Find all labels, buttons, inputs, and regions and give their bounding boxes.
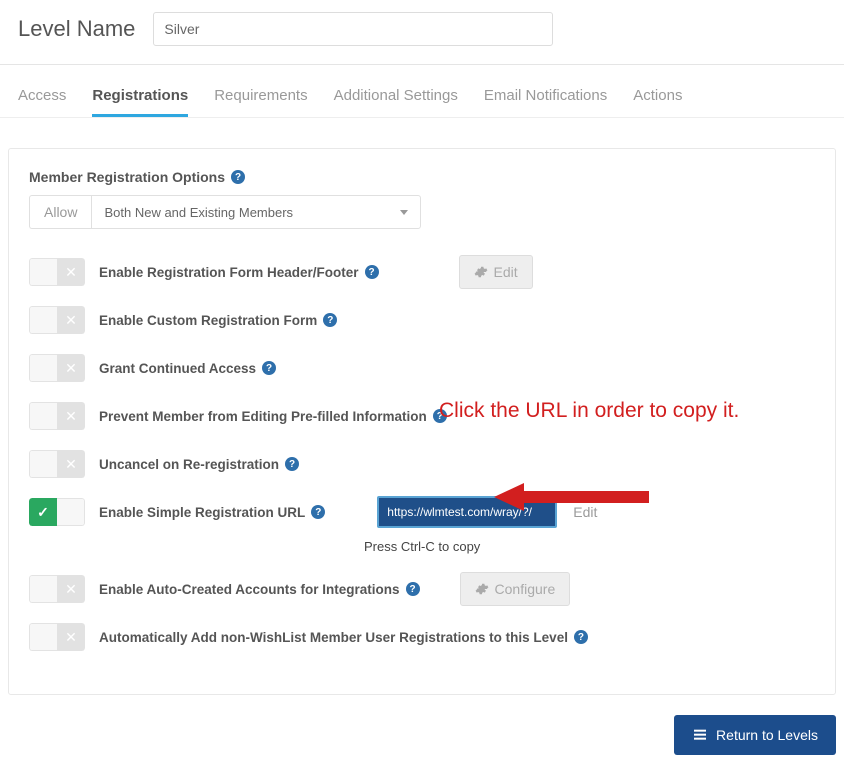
toggle-auto-add[interactable]: ✕ [29, 623, 85, 651]
tab-access[interactable]: Access [18, 87, 66, 117]
copy-hint: Press Ctrl-C to copy [364, 539, 815, 554]
allow-select-value: Both New and Existing Members [104, 205, 293, 220]
check-icon: ✓ [37, 504, 49, 521]
toggle-prevent-editing[interactable]: ✕ [29, 402, 85, 430]
gear-icon [474, 265, 488, 279]
allow-label: Allow [29, 195, 91, 229]
return-button[interactable]: Return to Levels [674, 715, 836, 755]
allow-select[interactable]: Both New and Existing Members [91, 195, 421, 229]
option-label: Enable Simple Registration URL [99, 505, 305, 520]
tabs: Access Registrations Requirements Additi… [0, 65, 844, 118]
toggle-header-footer[interactable]: ✕ [29, 258, 85, 286]
toggle-auto-accounts[interactable]: ✕ [29, 575, 85, 603]
gear-icon [475, 582, 489, 596]
page-title: Level Name [18, 16, 135, 42]
option-label: Prevent Member from Editing Pre-filled I… [99, 409, 427, 424]
chevron-down-icon [400, 210, 408, 215]
tab-email-notifications[interactable]: Email Notifications [484, 87, 607, 117]
toggle-continued-access[interactable]: ✕ [29, 354, 85, 382]
option-label: Enable Auto-Created Accounts for Integra… [99, 582, 400, 597]
option-label: Automatically Add non-WishList Member Us… [99, 630, 568, 645]
annotation-text: Click the URL in order to copy it. [439, 399, 739, 423]
option-label: Enable Custom Registration Form [99, 313, 317, 328]
edit-button: Edit [459, 255, 533, 289]
option-label: Enable Registration Form Header/Footer [99, 265, 359, 280]
section-title: Member Registration Options [29, 169, 225, 185]
x-icon: ✕ [65, 264, 77, 281]
help-icon[interactable]: ? [365, 265, 379, 279]
x-icon: ✕ [65, 312, 77, 329]
help-icon[interactable]: ? [323, 313, 337, 327]
configure-button: Configure [460, 572, 571, 606]
tab-actions[interactable]: Actions [633, 87, 682, 117]
x-icon: ✕ [65, 360, 77, 377]
help-icon[interactable]: ? [311, 505, 325, 519]
edit-button-label: Edit [494, 264, 518, 280]
tab-registrations[interactable]: Registrations [92, 87, 188, 117]
configure-button-label: Configure [495, 581, 556, 597]
return-button-label: Return to Levels [716, 727, 818, 743]
help-icon[interactable]: ? [406, 582, 420, 596]
help-icon[interactable]: ? [285, 457, 299, 471]
toggle-simple-url[interactable]: ✓ [29, 498, 85, 526]
option-label: Grant Continued Access [99, 361, 256, 376]
help-icon[interactable]: ? [231, 170, 245, 184]
option-label: Uncancel on Re-registration [99, 457, 279, 472]
level-name-input[interactable] [153, 12, 553, 46]
toggle-uncancel[interactable]: ✕ [29, 450, 85, 478]
arrow-icon [494, 481, 654, 513]
x-icon: ✕ [65, 456, 77, 473]
x-icon: ✕ [65, 629, 77, 646]
list-icon [692, 727, 708, 743]
help-icon[interactable]: ? [574, 630, 588, 644]
x-icon: ✕ [65, 408, 77, 425]
x-icon: ✕ [65, 581, 77, 598]
toggle-custom-form[interactable]: ✕ [29, 306, 85, 334]
tab-requirements[interactable]: Requirements [214, 87, 307, 117]
help-icon[interactable]: ? [262, 361, 276, 375]
tab-additional-settings[interactable]: Additional Settings [334, 87, 458, 117]
